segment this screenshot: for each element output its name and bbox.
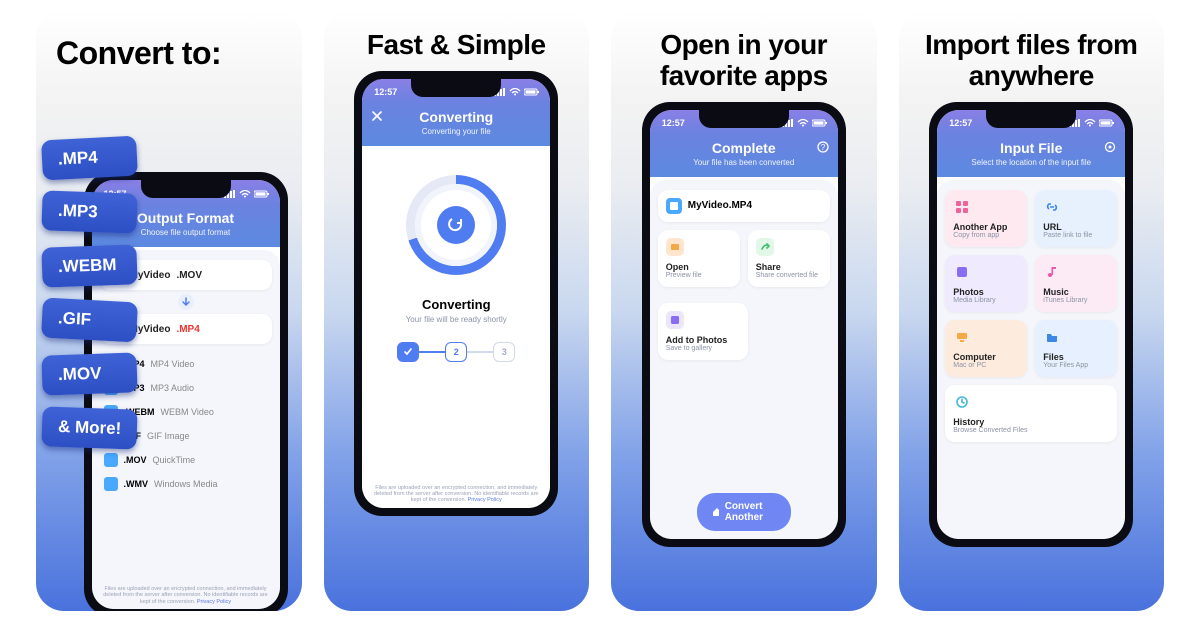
app-header-2: Converting Converting your file — [362, 103, 550, 146]
status-time: 12:57 — [662, 118, 685, 128]
home-icon — [711, 506, 719, 518]
converting-title: Converting — [422, 297, 491, 312]
source-history[interactable]: History Browse Converted Files — [945, 385, 1117, 442]
arrow-down-icon — [178, 294, 194, 310]
headline-4: Import files from anywhere — [899, 10, 1165, 102]
status-icons — [782, 119, 828, 127]
battery-icon — [1099, 119, 1115, 127]
music-icon — [1045, 265, 1059, 279]
status-time: 12:57 — [949, 118, 972, 128]
convert-icon — [437, 206, 475, 244]
step-1 — [397, 342, 419, 362]
header-title: Converting — [366, 109, 546, 125]
open-icon — [669, 241, 681, 253]
header-sub: Your file has been converted — [654, 158, 834, 167]
header-sub: Converting your file — [366, 127, 546, 136]
badge-mov: .MOV — [41, 352, 138, 395]
phone-frame-2: 12:57 Converting Converting your file — [354, 71, 558, 516]
header-title: Input File — [941, 140, 1121, 156]
source-photos[interactable]: Photos Media Library — [945, 255, 1027, 312]
badge-mp4: .MP4 — [41, 136, 138, 181]
help-icon[interactable]: ? — [814, 138, 832, 156]
privacy-link[interactable]: Privacy Policy — [468, 497, 502, 503]
link-icon — [1045, 200, 1059, 214]
svg-text:?: ? — [821, 143, 826, 152]
format-option-mov[interactable]: .MOVQuickTime — [100, 448, 272, 472]
badge-webm: .WEBM — [41, 244, 138, 287]
app-header-4: Input File Select the location of the in… — [937, 134, 1125, 177]
phone-notch — [699, 110, 789, 128]
phone-frame-4: 12:57 Input File Select the location of … — [929, 102, 1133, 547]
phone-notch — [411, 79, 501, 97]
status-icons — [1069, 119, 1115, 127]
apps-icon — [955, 200, 969, 214]
step-3: 3 — [493, 342, 515, 362]
headline-3: Open in your favorite apps — [611, 10, 877, 102]
phone-notch — [141, 180, 231, 198]
share-icon — [759, 241, 771, 253]
badge-gif: .GIF — [41, 298, 138, 343]
folder-icon — [1045, 330, 1059, 344]
step-2: 2 — [445, 342, 467, 362]
file-out-ext: .MP4 — [176, 324, 199, 335]
headline-2: Fast & Simple — [361, 10, 552, 71]
badge-mp3: .MP3 — [41, 190, 138, 233]
header-sub: Select the location of the input file — [941, 158, 1121, 167]
wifi-icon — [1084, 119, 1096, 127]
format-badges: .MP4 .MP3 .WEBM .GIF .MOV & More! — [42, 138, 137, 448]
screenshot-card-2: Fast & Simple 12:57 Converting Convertin… — [324, 10, 590, 611]
close-icon[interactable] — [368, 107, 386, 125]
progress-ring — [406, 175, 506, 275]
battery-icon — [254, 190, 270, 198]
screenshot-card-1: Convert to: .MP4 .MP3 .WEBM .GIF .MOV & … — [36, 10, 302, 611]
wifi-icon — [239, 190, 251, 198]
computer-icon — [955, 330, 969, 344]
headline-1: Convert to: — [36, 10, 221, 71]
photos-icon — [955, 265, 969, 279]
file-in-ext: .MOV — [176, 270, 202, 281]
action-share[interactable]: Share Share converted file — [748, 230, 830, 287]
status-time: 12:57 — [374, 87, 397, 97]
convert-another-button[interactable]: Convert Another — [697, 493, 791, 531]
result-file: MyVideo.MP4 — [688, 200, 752, 211]
wifi-icon — [509, 88, 521, 96]
photos-icon — [669, 314, 681, 326]
screenshot-card-4: Import files from anywhere 12:57 Input F… — [899, 10, 1165, 611]
step-indicator: 2 3 — [397, 342, 515, 362]
screenshot-card-3: Open in your favorite apps 12:57 ? Compl… — [611, 10, 877, 611]
status-icons — [494, 88, 540, 96]
disclaimer: Files are uploaded over an encrypted con… — [370, 485, 542, 504]
battery-icon — [812, 119, 828, 127]
converting-sub: Your file will be ready shortly — [406, 315, 507, 324]
source-music[interactable]: Music iTunes Library — [1035, 255, 1117, 312]
disclaimer: Files are uploaded over an encrypted con… — [100, 586, 272, 605]
source-files[interactable]: Files Your Files App — [1035, 320, 1117, 377]
source-another-app[interactable]: Another App Copy from app — [945, 190, 1027, 247]
phone-notch — [986, 110, 1076, 128]
action-add-to-photos[interactable]: Add to Photos Save to gallery — [658, 303, 748, 360]
file-icon — [666, 198, 682, 214]
wifi-icon — [797, 119, 809, 127]
status-icons — [224, 190, 270, 198]
battery-icon — [524, 88, 540, 96]
phone-frame-3: 12:57 ? Complete Your file has been conv… — [642, 102, 846, 547]
app-header-3: ? Complete Your file has been converted — [650, 134, 838, 177]
result-file-card: MyVideo.MP4 — [658, 190, 830, 222]
header-title: Complete — [654, 140, 834, 156]
history-icon — [955, 395, 969, 409]
badge-more: & More! — [41, 406, 138, 449]
privacy-link[interactable]: Privacy Policy — [197, 599, 231, 605]
action-open[interactable]: Open Preview file — [658, 230, 740, 287]
format-option-wmv[interactable]: .WMVWindows Media — [100, 472, 272, 496]
source-computer[interactable]: Computer Mac or PC — [945, 320, 1027, 377]
source-url[interactable]: URL Paste link to file — [1035, 190, 1117, 247]
settings-icon[interactable] — [1101, 138, 1119, 156]
